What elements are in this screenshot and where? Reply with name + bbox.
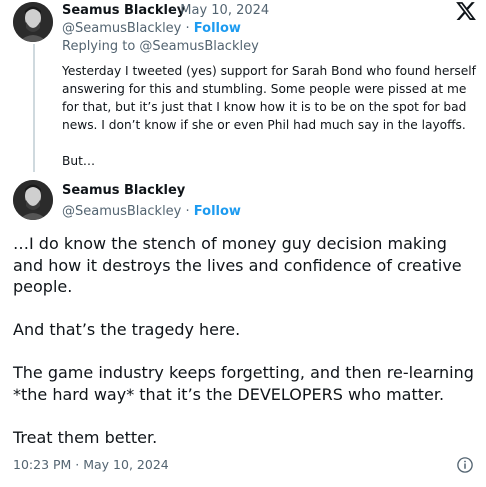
follow-button[interactable]: Follow [194,21,241,36]
author-handle-line: @SeamusBlackley · Follow [62,204,241,219]
tweet-paragraph: Treat them better. [13,427,158,447]
tweet-paragraph: And that’s the tragedy here. [13,320,241,339]
tweet-paragraph: …I do know the stench of money guy decis… [13,234,462,296]
info-icon[interactable] [456,456,474,474]
reply-paragraph: But… [62,154,96,168]
tweet-date[interactable]: · May 10, 2024 [172,3,269,18]
reply-tweet-text: Yesterday I tweeted (yes) support for Sa… [62,62,478,188]
replying-to[interactable]: Replying to @SeamusBlackley [62,39,259,54]
avatar[interactable] [13,2,53,42]
main-tweet-text: …I do know the stench of money guy decis… [13,233,478,470]
author-handle[interactable]: @SeamusBlackley [62,204,181,219]
tweet-timestamp[interactable]: 10:23 PM · May 10, 2024 [13,457,169,472]
author-handle-line: @SeamusBlackley · Follow [62,21,241,36]
tweet-date-text[interactable]: May 10, 2024 [180,3,269,18]
author-handle[interactable]: @SeamusBlackley [62,21,181,36]
author-name[interactable]: Seamus Blackley [62,183,185,198]
thread-connector-line [33,44,35,172]
avatar[interactable] [13,180,53,220]
reply-paragraph: Yesterday I tweeted (yes) support for Sa… [62,64,476,132]
x-logo-icon[interactable] [455,0,477,22]
tweet-paragraph: The game industry keeps forgetting, and … [13,363,474,404]
follow-button[interactable]: Follow [194,204,241,219]
author-name[interactable]: Seamus Blackley [62,3,185,18]
